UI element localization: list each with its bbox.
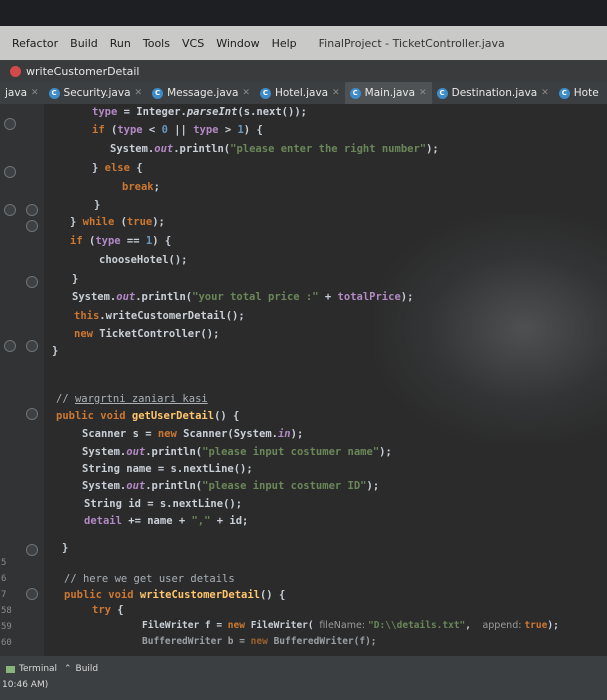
code-line: } [94, 199, 101, 211]
tab-java[interactable]: java ✕ [0, 82, 44, 104]
tab-label: Hote [573, 87, 599, 99]
menu-help[interactable]: Help [272, 37, 297, 50]
window-title: FinalProject - TicketController.java [318, 36, 505, 50]
tab-main[interactable]: C Main.java ✕ [344, 82, 432, 104]
close-icon[interactable]: ✕ [135, 88, 143, 98]
build-label: Build [75, 664, 99, 674]
hammer-icon: ⌃ [64, 664, 72, 674]
window-top-strip [0, 0, 607, 26]
run-config-icon [10, 65, 21, 77]
fold-marker-icon[interactable] [4, 166, 16, 178]
editor-tab-bar: java ✕ C Security.java ✕ C Message.java ✕ C Ho… [0, 82, 607, 104]
fold-marker-icon[interactable] [26, 220, 38, 232]
code-comment: // wargrtni zaniari kasi [56, 393, 208, 405]
code-line: detail += name + "," + id; [84, 515, 249, 527]
code-line: public void getUserDetail() { [56, 410, 240, 422]
menu-vcs[interactable]: VCS [182, 37, 204, 50]
close-icon[interactable]: ✕ [419, 88, 427, 98]
tab-destination[interactable]: C Destination.java ✕ [432, 82, 554, 104]
fold-marker-icon[interactable] [26, 204, 38, 216]
class-icon: C [259, 87, 271, 99]
parameter-hint: append: [482, 620, 525, 631]
run-toolbar: writeCustomerDetail [0, 60, 607, 82]
menu-bar: Refactor Build Run Tools VCS Window Help… [0, 26, 607, 60]
fold-marker-icon[interactable] [4, 340, 16, 352]
tab-hotel[interactable]: C Hotel.java ✕ [255, 82, 345, 104]
fold-marker-icon[interactable] [26, 588, 38, 600]
code-line: new TicketController(); [74, 328, 220, 340]
tab-label: Main.java [364, 87, 416, 99]
code-line: } else { [92, 162, 143, 174]
fold-marker-icon[interactable] [26, 408, 38, 420]
class-icon: C [152, 87, 164, 99]
code-line: } [72, 273, 79, 285]
code-line: this.writeCustomerDetail(); [74, 310, 245, 322]
code-line: if (type == 1) { [70, 235, 172, 247]
tab-security[interactable]: C Security.java ✕ [44, 82, 148, 104]
line-number: 58 [1, 606, 12, 616]
code-comment: // here we get user details [64, 573, 235, 585]
close-icon[interactable]: ✕ [242, 88, 250, 98]
tab-hotel-overflow[interactable]: C Hote [554, 82, 604, 104]
code-line: System.out.println("please input costume… [82, 446, 392, 458]
class-icon: C [349, 87, 361, 99]
menu-build[interactable]: Build [70, 37, 98, 50]
line-number: 59 [1, 622, 12, 632]
terminal-icon [6, 665, 15, 673]
fold-marker-icon[interactable] [4, 204, 16, 216]
terminal-button[interactable]: Terminal [6, 664, 57, 674]
tab-label: java [5, 87, 27, 99]
close-icon[interactable]: ✕ [332, 88, 340, 98]
class-icon: C [436, 87, 448, 99]
code-editor[interactable]: type = Integer.parseInt(s.next()); if (t… [44, 104, 607, 656]
code-line: System.out.println("please input costume… [82, 480, 380, 492]
line-number: 7 [1, 590, 7, 600]
code-line: try { [92, 604, 124, 616]
menu-refactor[interactable]: Refactor [12, 37, 58, 50]
line-number: 5 [1, 558, 7, 568]
parameter-hint: fileName: [319, 620, 369, 631]
line-number: 60 [1, 638, 12, 648]
build-button[interactable]: ⌃ Build [64, 664, 98, 674]
code-line: FileWriter f = new FileWriter( fileName:… [142, 620, 559, 631]
editor-gutter: 5 6 7 58 59 60 [0, 104, 44, 656]
run-configuration-selector[interactable]: writeCustomerDetail [10, 65, 140, 78]
fold-marker-icon[interactable] [26, 276, 38, 288]
menu-window[interactable]: Window [216, 37, 259, 50]
screen-glare [374, 214, 607, 444]
class-icon: C [558, 87, 570, 99]
status-bar: Terminal ⌃ Build 10:46 AM) [0, 656, 607, 700]
fold-marker-icon[interactable] [26, 544, 38, 556]
tab-label: Message.java [167, 87, 239, 99]
tab-label: Destination.java [451, 87, 538, 99]
code-line: BufferedWriter b = new BufferedWriter(f)… [142, 636, 377, 647]
code-line: Scanner s = new Scanner(System.in); [82, 428, 304, 440]
close-icon[interactable]: ✕ [31, 88, 39, 98]
run-config-label: writeCustomerDetail [26, 64, 140, 78]
tab-message[interactable]: C Message.java ✕ [147, 82, 255, 104]
code-line: if (type < 0 || type > 1) { [92, 124, 263, 136]
code-line: } while (true); [70, 216, 165, 228]
fold-marker-icon[interactable] [4, 118, 16, 130]
menu-run[interactable]: Run [110, 37, 131, 50]
code-line: type = Integer.parseInt(s.next()); [92, 106, 307, 118]
code-line: } [62, 542, 69, 554]
class-icon: C [48, 87, 60, 99]
code-line: String name = s.nextLine(); [82, 463, 253, 475]
line-number: 6 [1, 574, 7, 584]
code-line: public void writeCustomerDetail() { [64, 589, 286, 601]
code-line: break; [122, 181, 160, 193]
close-icon[interactable]: ✕ [541, 88, 549, 98]
tab-label: Hotel.java [274, 87, 329, 99]
tab-label: Security.java [63, 87, 131, 99]
code-line: System.out.println("please enter the rig… [110, 143, 439, 155]
clock-time: 10:46 AM) [2, 680, 49, 690]
code-line: String id = s.nextLine(); [84, 498, 243, 510]
menu-tools[interactable]: Tools [143, 37, 170, 50]
terminal-label: Terminal [19, 664, 58, 674]
fold-marker-icon[interactable] [26, 340, 38, 352]
code-line: } [52, 345, 59, 357]
code-line: chooseHotel(); [99, 254, 188, 266]
code-line: System.out.println("your total price :" … [72, 291, 414, 303]
